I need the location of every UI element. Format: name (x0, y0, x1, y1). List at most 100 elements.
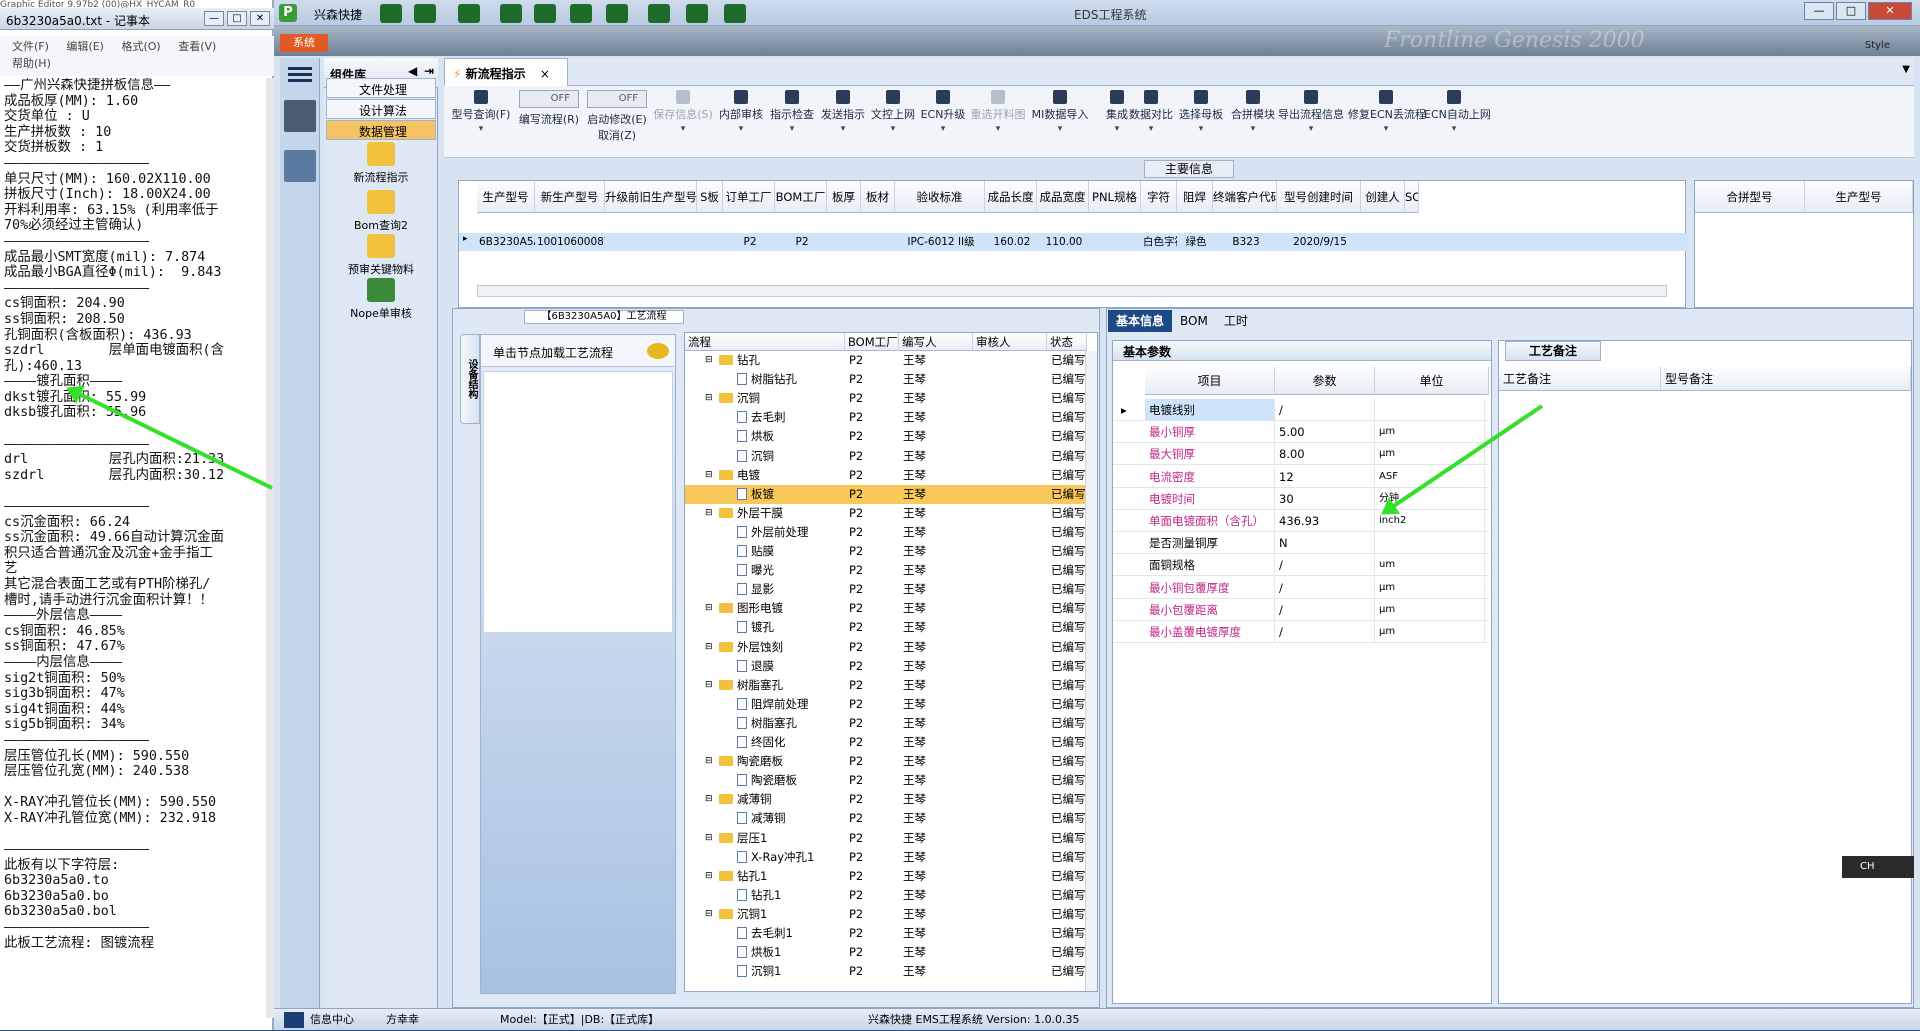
tree-row[interactable]: 阻焊前处理 P2 王琴 已编写 (685, 695, 1086, 714)
param-row[interactable]: 电镀时间30分钟 (1113, 487, 1489, 510)
copy-icon[interactable] (570, 4, 592, 23)
column-header[interactable]: 流程 (685, 333, 845, 351)
column-header[interactable]: 型号创建时间 (1277, 181, 1361, 213)
toolbar-button-12[interactable]: 数据对比 ▾ (1126, 90, 1176, 134)
param-row[interactable]: 最大铜厚 8.00 μm (1113, 443, 1489, 466)
chevron-down-icon[interactable]: ▾ (716, 124, 766, 134)
toolbar-button-13[interactable]: 选择母板 ▾ (1174, 90, 1228, 134)
chart-icon[interactable] (686, 4, 708, 23)
column-header[interactable]: 单位 (1375, 367, 1489, 395)
list-icon[interactable] (606, 4, 628, 23)
param-value[interactable]: / (1275, 399, 1375, 421)
column-header[interactable]: 合拼型号 (1695, 181, 1805, 213)
column-header[interactable]: 升级前旧生产型号 (605, 181, 697, 213)
close-button[interactable]: ✕ (1868, 2, 1912, 20)
tree-row[interactable]: 退膜 P2 王琴 已编写 (685, 657, 1086, 676)
toggle-switch[interactable]: OFF (587, 90, 647, 108)
menu-file[interactable]: 文件(F) (12, 40, 49, 53)
category-file[interactable]: 文件处理 (326, 78, 436, 98)
merge-grid[interactable]: 合拼型号 生产型号 (1694, 180, 1914, 308)
column-header[interactable]: 终端客户代码 (1213, 181, 1277, 213)
monitor-icon[interactable] (724, 4, 746, 23)
column-header[interactable]: 板厚 (827, 181, 861, 213)
toolbar-button-3[interactable]: 保存信息(S) ▾ (650, 90, 716, 134)
chevron-down-icon[interactable]: ▾ (818, 124, 868, 134)
tree-row[interactable]: ⊟ 外层干膜 P2 王琴 已编写 (685, 504, 1086, 523)
toggle-switch[interactable]: OFF (519, 90, 579, 108)
column-header[interactable]: 订单工厂 (723, 181, 775, 213)
film-icon[interactable] (534, 4, 556, 23)
tree-row[interactable]: ⊟ 陶瓷磨板 P2 王琴 已编写 (685, 752, 1086, 771)
expand-icon[interactable]: ⊟ (705, 752, 713, 771)
chevron-down-icon[interactable]: ▾ (868, 124, 918, 134)
expand-icon[interactable]: ⊟ (705, 829, 713, 848)
chevron-down-icon[interactable]: ▾ (1174, 124, 1228, 134)
tree-row[interactable]: 沉铜 P2 王琴 已编写 (685, 447, 1086, 466)
notepad-maximize-button[interactable]: □ (227, 11, 247, 26)
vertical-tab-device[interactable]: 设备结构 (460, 334, 480, 424)
system-button[interactable]: 系统 (280, 34, 328, 52)
param-value[interactable]: 436.93 (1275, 510, 1375, 532)
toolbar-button-1[interactable]: OFF 编写流程(R) (514, 90, 584, 127)
column-header[interactable]: 项目 (1145, 367, 1275, 395)
tree-row[interactable]: ⊟ 沉铜 P2 王琴 已编写 (685, 389, 1086, 408)
column-header[interactable]: SC (1405, 181, 1419, 213)
notepad-close-button[interactable]: ✕ (250, 11, 270, 26)
expand-icon[interactable]: ⊟ (705, 504, 713, 523)
chevron-down-icon[interactable]: ▾ (1424, 124, 1484, 134)
param-row[interactable]: 最小铜包覆厚度 / μm (1113, 576, 1489, 599)
maximize-button[interactable]: □ (1836, 2, 1866, 20)
tool-new-flow[interactable]: 新流程指示 (324, 142, 438, 185)
tree-row[interactable]: 树脂钻孔 P2 王琴 已编写 (685, 370, 1086, 389)
collapse-left-icon[interactable]: ◀ (408, 64, 417, 78)
process-notes-tab[interactable]: 工艺备注 (1505, 341, 1601, 361)
tree-row[interactable]: X-Ray冲孔1 P2 王琴 已编写 (685, 848, 1086, 867)
expand-icon[interactable]: ⊟ (705, 790, 713, 809)
tree-row[interactable]: ⊟ 层压1 P2 王琴 已编写 (685, 829, 1086, 848)
column-header[interactable]: 编写人 (899, 333, 973, 351)
node-pane-header[interactable]: 单击节点加载工艺流程 (481, 335, 675, 367)
tree-row[interactable]: ⊟ 沉铜1 P2 王琴 已编写 (685, 905, 1086, 924)
chevron-down-icon[interactable]: ▾ (1348, 124, 1424, 134)
param-row[interactable]: 最小铜厚 5.00 μm (1113, 421, 1489, 444)
tree-row[interactable]: ⊟ 外层蚀刻 P2 王琴 已编写 (685, 638, 1086, 657)
toolbar-sublabel[interactable]: 取消(Z) (584, 127, 650, 143)
tab-basic-info[interactable]: 基本信息 (1108, 310, 1173, 332)
param-value[interactable]: / (1275, 576, 1375, 599)
param-value[interactable]: / (1275, 621, 1375, 643)
tool-bom-query[interactable]: Bom查询2 (324, 190, 438, 233)
param-value[interactable]: 5.00 (1275, 421, 1375, 444)
horizontal-scrollbar[interactable] (477, 285, 1667, 297)
expand-icon[interactable]: ⊟ (705, 638, 713, 657)
chevron-down-icon[interactable]: ▾ (968, 124, 1028, 134)
category-data-management[interactable]: 数据管理 (326, 120, 436, 140)
search-icon[interactable] (380, 4, 402, 23)
node-list[interactable] (483, 371, 673, 633)
tree-row[interactable]: 去毛刺1 P2 王琴 已编写 (685, 924, 1086, 943)
column-header[interactable]: PNL规格 (1089, 181, 1141, 213)
toolbar-button-16[interactable]: 修复ECN丢流程 ▾ (1348, 90, 1426, 134)
scissors-icon[interactable] (500, 4, 522, 23)
tree-row[interactable]: 烘板1 P2 王琴 已编写 (685, 943, 1086, 962)
tree-row[interactable]: 镀孔 P2 王琴 已编写 (685, 618, 1086, 637)
tree-row[interactable]: 外层前处理 P2 王琴 已编写 (685, 523, 1086, 542)
column-header[interactable]: 创建人 (1361, 181, 1405, 213)
expand-icon[interactable]: ⊟ (705, 466, 713, 485)
tree-row[interactable]: ⊟ 电镀 P2 王琴 已编写 (685, 466, 1086, 485)
toolbar-button-4[interactable]: 内部审核 ▾ (716, 90, 766, 134)
tree-row[interactable]: ⊟ 钻孔 P2 王琴 已编写 (685, 351, 1086, 370)
menu-help[interactable]: 帮助(H) (12, 57, 51, 70)
toolbar-button-8[interactable]: ECN升级 ▾ (918, 90, 968, 134)
column-header[interactable]: 参数 (1275, 367, 1375, 395)
chevron-down-icon[interactable]: ▾ (766, 124, 818, 134)
param-row[interactable]: 最小盖覆电镀厚度 / μm (1113, 621, 1489, 643)
notepad-scrollbar[interactable] (266, 78, 274, 1018)
param-row[interactable]: 面铜规格 / um (1113, 554, 1489, 577)
column-header[interactable]: 阻焊 (1177, 181, 1213, 213)
toolbar-button-0[interactable]: 型号查询(F) ▾ (448, 90, 514, 134)
toolbar-button-2[interactable]: OFF 启动修改(E) 取消(Z) (584, 90, 650, 143)
main-info-grid[interactable]: ▸ 生产型号 6B3230A5A0 新生产型号 10010600087774 升级前旧生… (458, 180, 1687, 308)
column-header[interactable]: 审核人 (973, 333, 1047, 351)
toolbar-button-7[interactable]: 文控上网 ▾ (868, 90, 918, 134)
pin-icon[interactable]: ⇥ (424, 64, 434, 78)
